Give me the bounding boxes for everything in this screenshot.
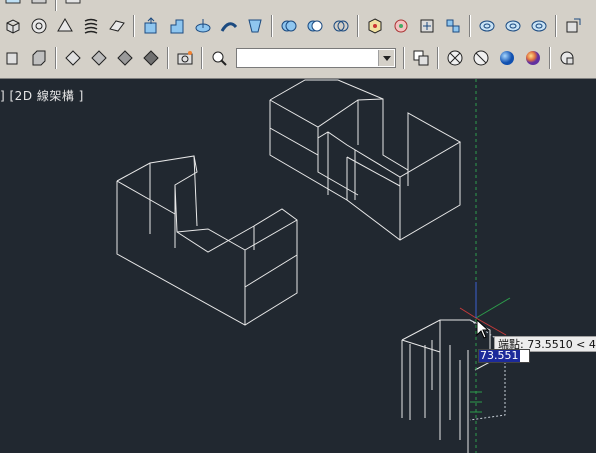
view-control-icon[interactable] — [556, 47, 578, 69]
arrow-cursor-icon — [476, 318, 490, 343]
block-right — [269, 79, 462, 241]
3d-orbit-icon[interactable] — [364, 15, 386, 37]
u-shape-left — [116, 155, 298, 326]
presspull-icon[interactable] — [166, 15, 188, 37]
dynamic-input-field[interactable]: 73.551 — [478, 349, 530, 363]
toolbar-separator — [403, 47, 405, 69]
visual-style-icon[interactable] — [410, 47, 432, 69]
toolbar-separator — [469, 15, 471, 37]
partial-icon[interactable] — [28, 0, 50, 11]
toolbar-row-top — [0, 0, 596, 11]
zoom-icon[interactable] — [208, 47, 230, 69]
hidden-icon[interactable] — [62, 47, 84, 69]
wireframe-3d-icon[interactable] — [28, 47, 50, 69]
toolbar-separator — [271, 15, 273, 37]
cone-icon[interactable] — [54, 15, 76, 37]
extrude-icon[interactable] — [140, 15, 162, 37]
align-icon[interactable] — [476, 15, 498, 37]
sweep-icon[interactable] — [218, 15, 240, 37]
revolve-icon[interactable] — [192, 15, 214, 37]
surface-icon[interactable] — [106, 15, 128, 37]
sphere-icon[interactable] — [28, 15, 50, 37]
partial-icon[interactable] — [2, 0, 24, 11]
ucs-icon[interactable] — [562, 15, 584, 37]
spring-icon[interactable] — [80, 15, 102, 37]
dynamic-input-value: 73.551 — [479, 349, 520, 362]
render-icon[interactable] — [522, 47, 544, 69]
toolbar-separator — [167, 47, 169, 69]
wireframe-2d-icon[interactable] — [2, 47, 24, 69]
toolbar-separator — [55, 47, 57, 69]
mirror-icon[interactable] — [502, 15, 524, 37]
intersect-icon[interactable] — [330, 15, 352, 37]
toolbar-separator — [555, 15, 557, 37]
drawing-viewport[interactable]: ] [2D 線架構 ] 端點: 73.5510 < 4 73.551 — [0, 79, 596, 453]
3d-move-icon[interactable] — [416, 15, 438, 37]
camera-icon[interactable] — [174, 47, 196, 69]
realistic-icon[interactable] — [88, 47, 110, 69]
toolbar-separator — [201, 47, 203, 69]
array-icon[interactable] — [528, 15, 550, 37]
rotate-3d-icon[interactable] — [442, 15, 464, 37]
toolbar-separator — [357, 15, 359, 37]
shaded-icon[interactable] — [140, 47, 162, 69]
walk-icon[interactable] — [390, 15, 412, 37]
light-icon[interactable] — [496, 47, 518, 69]
toolbar-row-1 — [0, 12, 596, 40]
toolbar-area — [0, 0, 596, 79]
view-combo[interactable] — [236, 48, 396, 68]
sun-icon[interactable] — [470, 47, 492, 69]
partial-icon[interactable] — [62, 0, 84, 11]
subtract-icon[interactable] — [304, 15, 326, 37]
toolbar-row-2 — [0, 44, 596, 72]
toolbar-separator — [133, 15, 135, 37]
conceptual-icon[interactable] — [114, 47, 136, 69]
box-icon[interactable] — [2, 15, 24, 37]
toolbar-separator — [549, 47, 551, 69]
material-icon[interactable] — [444, 47, 466, 69]
toolbar-separator — [437, 47, 439, 69]
wireframe-drawing — [116, 79, 511, 453]
union-icon[interactable] — [278, 15, 300, 37]
toolbar-separator — [55, 0, 57, 11]
chevron-down-icon[interactable] — [378, 50, 394, 66]
loft-icon[interactable] — [244, 15, 266, 37]
viewport-label[interactable]: ] [2D 線架構 ] — [0, 87, 84, 104]
